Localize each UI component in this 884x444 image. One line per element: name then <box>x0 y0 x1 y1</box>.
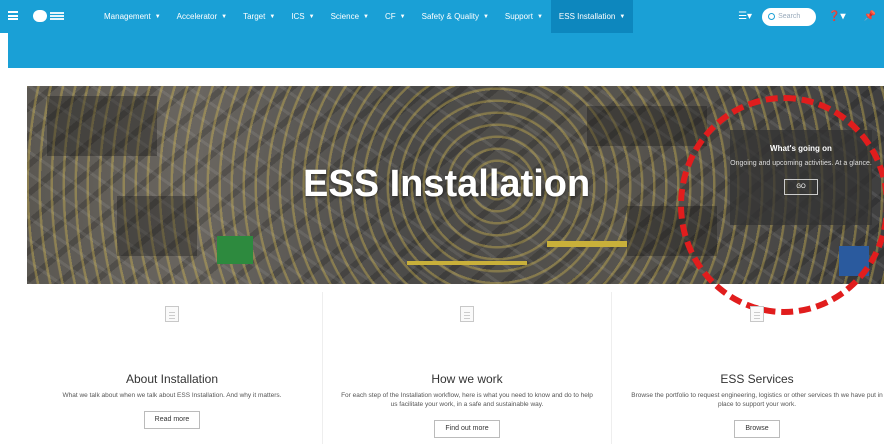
browse-button[interactable]: Browse <box>734 420 780 438</box>
menu-item-support[interactable]: Support ▼ <box>497 0 551 33</box>
list-view-icon[interactable]: ☰▾ <box>738 11 756 22</box>
menu-item-ics[interactable]: ICS ▼ <box>283 0 322 33</box>
card-text: Browse the portfolio to request engineer… <box>631 392 883 408</box>
menu-item-accelerator[interactable]: Accelerator ▼ <box>169 0 235 33</box>
image-placeholder-icon <box>165 306 179 322</box>
card-about-installation: About Installation What we talk about wh… <box>27 292 317 444</box>
chevron-down-icon: ▼ <box>269 13 276 20</box>
search-input[interactable]: Search <box>762 7 817 26</box>
right-toolbar: ☰▾ Search ❓▾ 📌 <box>738 0 884 33</box>
menu-item-science[interactable]: Science ▼ <box>323 0 377 33</box>
chevron-down-icon: ▼ <box>399 13 406 20</box>
sub-banner <box>8 33 884 68</box>
menu-item-management[interactable]: Management ▼ <box>96 0 169 33</box>
menu-item-safety-quality[interactable]: Safety & Quality ▼ <box>414 0 497 33</box>
whats-going-on-heading: What's going on <box>770 144 832 153</box>
whats-going-on-panel: What's going on Ongoing and upcoming act… <box>730 130 872 225</box>
card-text: What we talk about when we talk about ES… <box>62 392 282 399</box>
card-title: About Installation <box>125 372 219 386</box>
menu-item-cf[interactable]: CF ▼ <box>377 0 414 33</box>
card-ess-services: ESS Services Browse the portfolio to req… <box>612 292 884 444</box>
chevron-down-icon: ▼ <box>363 13 369 20</box>
menu-item-ess-installation[interactable]: ESS Installation ▼ <box>550 0 634 33</box>
card-how-we-work: How we work For each step of the Install… <box>322 292 612 444</box>
chevron-down-icon: ▼ <box>308 13 315 20</box>
pin-icon[interactable]: 📌 <box>864 11 876 22</box>
help-icon[interactable]: ❓▾ <box>828 11 845 22</box>
find-out-more-button[interactable]: Find out more <box>434 420 500 438</box>
ess-logo[interactable] <box>33 9 67 23</box>
chevron-down-icon: ▼ <box>619 13 626 20</box>
chevron-down-icon: ▼ <box>536 13 543 20</box>
hero-banner: ESS Installation What's going on Ongoing… <box>27 86 884 284</box>
card-title: ESS Services <box>720 372 794 386</box>
top-navigation-bar: Management ▼ Accelerator ▼ Target ▼ ICS ▼ Sc… <box>0 0 884 33</box>
image-placeholder-icon <box>750 306 764 322</box>
whats-going-on-text: Ongoing and upcoming activities. At a gl… <box>730 160 872 167</box>
logo-mark-icon <box>33 10 47 22</box>
hamburger-menu-icon[interactable] <box>8 11 18 20</box>
menu-item-target[interactable]: Target ▼ <box>235 0 283 33</box>
page-title: ESS Installation <box>303 163 591 205</box>
main-menu: Management ▼ Accelerator ▼ Target ▼ ICS ▼ Sc… <box>96 0 634 33</box>
go-button[interactable]: GO <box>784 179 818 195</box>
image-placeholder-icon <box>460 306 474 322</box>
chevron-down-icon: ▼ <box>221 13 228 20</box>
logo-lines <box>50 12 64 20</box>
chevron-down-icon: ▼ <box>482 13 489 20</box>
search-icon <box>768 13 776 20</box>
card-title: How we work <box>431 372 503 386</box>
chevron-down-icon: ▼ <box>154 13 161 20</box>
read-more-button[interactable]: Read more <box>143 411 201 429</box>
card-text: For each step of the Installation workfl… <box>341 392 593 408</box>
search-placeholder: Search <box>778 13 801 20</box>
